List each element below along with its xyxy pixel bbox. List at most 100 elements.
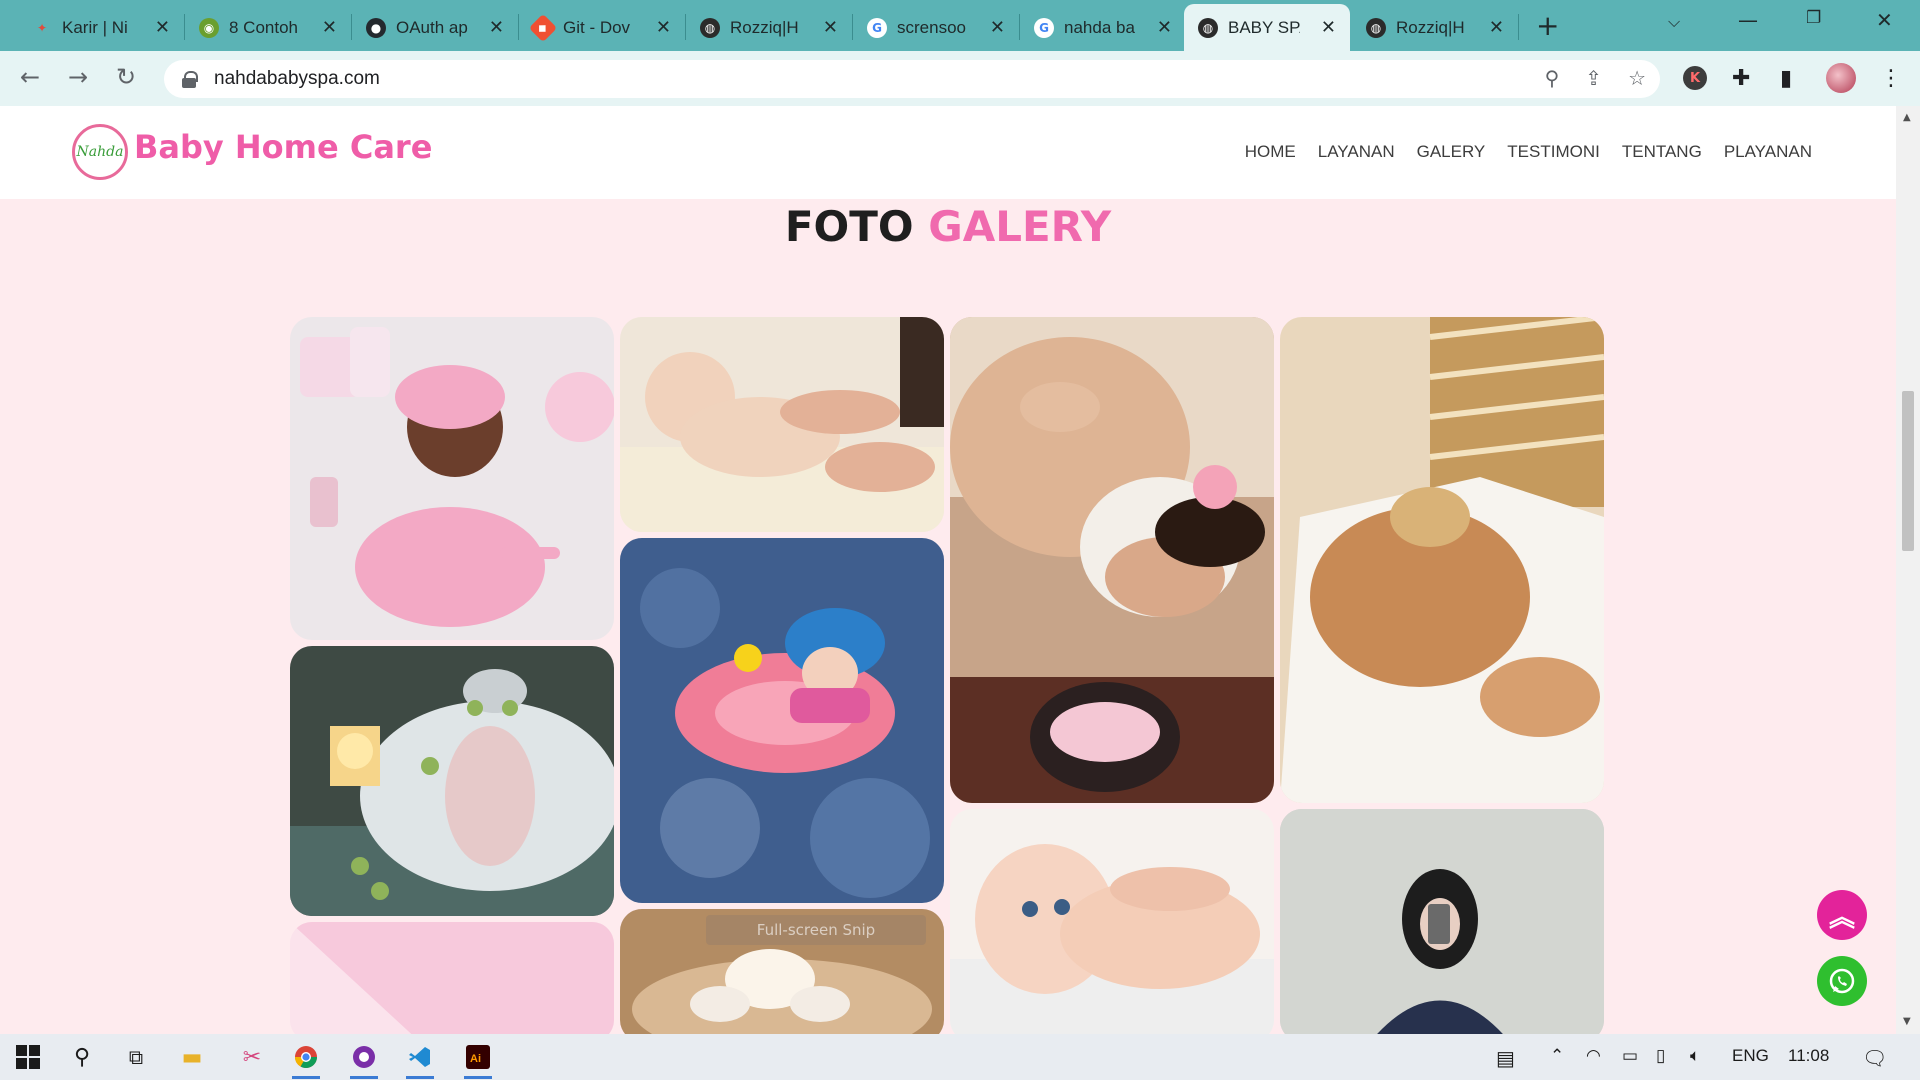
svg-text:Ai: Ai [470, 1053, 481, 1065]
volume-icon[interactable]: 🔈︎ [1690, 1046, 1700, 1066]
nav-galery[interactable]: GALERY [1417, 142, 1486, 162]
bookmark-star-icon[interactable]: ☆ [1628, 66, 1646, 90]
extension-k-icon[interactable]: K [1683, 66, 1707, 90]
file-explorer-icon[interactable]: ▬ [176, 1042, 208, 1072]
browser-tab-9[interactable]: ◍ Rozziq|H ✕ [1352, 4, 1518, 51]
gallery-photo-back-massage[interactable] [1280, 317, 1604, 803]
tab-label: Karir | Ni [62, 17, 128, 37]
browser-tab-1[interactable]: ✦ Karir | Ni ✕ [18, 4, 184, 51]
browser-tab-6[interactable]: G scrensoo ✕ [853, 4, 1019, 51]
meet-camera-icon[interactable]: ▭ [1622, 1046, 1638, 1066]
profile-avatar[interactable] [1826, 63, 1856, 93]
nav-layanan[interactable]: LAYANAN [1318, 142, 1395, 162]
task-view-icon[interactable]: ⧉ [120, 1042, 152, 1072]
notification-center-icon[interactable]: 🗨︎ [1862, 1046, 1887, 1071]
gallery-photo-baby-lying[interactable] [950, 809, 1274, 1034]
gallery-title: FOTO GALERY [0, 202, 1896, 251]
battery-icon[interactable]: ▯ [1656, 1046, 1665, 1066]
close-tab-icon[interactable]: ✕ [1157, 17, 1172, 38]
windows-start-icon[interactable] [12, 1042, 44, 1072]
nav-home[interactable]: HOME [1245, 142, 1296, 162]
browser-tab-2[interactable]: ◉ 8 Contoh ✕ [185, 4, 351, 51]
reload-icon[interactable]: ↻ [116, 63, 136, 91]
tab-label: Rozziq|H [730, 17, 799, 37]
share-icon[interactable]: ⇪ [1585, 66, 1602, 90]
tab-label: 8 Contoh [229, 17, 298, 37]
snip-overlay-label: Full-screen Snip [706, 915, 926, 945]
nav-playanan[interactable]: PLAYANAN [1724, 142, 1812, 162]
language-indicator[interactable]: ENG [1732, 1046, 1769, 1066]
address-bar[interactable]: nahdababyspa.com ⚲ ⇪ ☆ [164, 60, 1660, 98]
gallery-photo-woman-massage[interactable] [950, 317, 1274, 803]
gallery-photo-baby-massage[interactable] [620, 317, 944, 532]
browser-tab-8-active[interactable]: ◍ BABY SPA ✕ [1184, 4, 1350, 51]
browser-toolbar: ← → ↻ nahdababyspa.com ⚲ ⇪ ☆ K ✚ ▮ ⋮ [0, 51, 1920, 106]
github-icon: ● [366, 17, 386, 38]
tab-strip: ✦ Karir | Ni ✕ ◉ 8 Contoh ✕ ● OAuth ap ✕… [0, 0, 1920, 51]
clock-time[interactable]: 11:08 [1788, 1046, 1829, 1066]
back-arrow-icon[interactable]: ← [20, 63, 40, 91]
site-header: Nahda Baby Home Care HOME LAYANAN GALERY… [0, 106, 1896, 199]
gallery-photo-baby-cucumber[interactable] [290, 646, 614, 916]
scroll-to-top-button[interactable]: ︽ [1817, 890, 1867, 940]
globe-icon: ◍ [1198, 17, 1218, 38]
new-tab-button[interactable]: + [1536, 9, 1559, 42]
side-panel-icon[interactable]: ▮ [1780, 66, 1792, 91]
nav-tentang[interactable]: TENTANG [1622, 142, 1702, 162]
tab-label: BABY SPA [1228, 17, 1300, 37]
tab-label: OAuth ap [396, 17, 468, 37]
gallery-photo-baby-towel[interactable] [290, 317, 614, 640]
site-logo[interactable]: Nahda [72, 124, 128, 180]
gallery-photo-baby-pool[interactable] [620, 538, 944, 903]
search-icon[interactable]: ⚲ [66, 1042, 98, 1072]
close-window-icon[interactable]: ✕ [1876, 8, 1893, 32]
page-viewport: Nahda Baby Home Care HOME LAYANAN GALERY… [0, 106, 1896, 1034]
gallery-title-main: FOTO [784, 202, 914, 251]
url-text[interactable]: nahdababyspa.com [214, 68, 380, 90]
whatsapp-icon [1829, 968, 1855, 994]
restore-icon[interactable]: ❐ [1806, 8, 1821, 28]
close-tab-icon[interactable]: ✕ [322, 17, 337, 38]
illustrator-icon[interactable]: Ai [462, 1042, 494, 1079]
scrollbar-thumb[interactable] [1902, 391, 1914, 551]
tab-label: nahda ba [1064, 17, 1135, 37]
wifi-icon[interactable]: ◠ [1586, 1046, 1601, 1066]
github-desktop-icon[interactable] [348, 1042, 380, 1079]
show-hidden-icons-chevron[interactable]: ⌃ [1550, 1046, 1564, 1066]
gallery-photo-mirror-selfie[interactable] [1280, 809, 1604, 1034]
close-tab-icon[interactable]: ✕ [1489, 17, 1504, 38]
chrome-icon[interactable] [290, 1042, 322, 1079]
close-tab-icon[interactable]: ✕ [656, 17, 671, 38]
git-icon: ◆ [528, 13, 558, 42]
vscode-icon[interactable] [404, 1042, 436, 1079]
browser-tab-7[interactable]: G nahda ba ✕ [1020, 4, 1186, 51]
zoom-icon[interactable]: ⚲ [1545, 66, 1560, 90]
tab-search-icon[interactable]: ⌵ [1668, 12, 1680, 32]
close-tab-icon[interactable]: ✕ [155, 17, 170, 38]
menu-kebab-icon[interactable]: ⋮ [1880, 66, 1902, 91]
tab-label: Rozziq|H [1396, 17, 1465, 37]
whatsapp-button[interactable] [1817, 956, 1867, 1006]
browser-tab-4[interactable]: ◆ Git - Dov ✕ [519, 4, 685, 51]
browser-tab-5[interactable]: ◍ Rozziq|H ✕ [686, 4, 852, 51]
globe-icon: ◍ [700, 17, 720, 38]
lock-icon[interactable] [182, 71, 198, 88]
page-scrollbar[interactable]: ▲ ▼ [1896, 106, 1920, 1034]
close-tab-icon[interactable]: ✕ [990, 17, 1005, 38]
extensions-puzzle-icon[interactable]: ✚ [1732, 66, 1750, 91]
nav-testimoni[interactable]: TESTIMONI [1507, 142, 1600, 162]
snip-tool-icon[interactable]: ✂ [236, 1042, 268, 1072]
close-tab-icon[interactable]: ✕ [489, 17, 504, 38]
gallery-photo-pink-partial[interactable] [290, 922, 614, 1034]
forward-arrow-icon[interactable]: → [68, 63, 88, 91]
news-widget-icon[interactable]: ▤ [1496, 1046, 1515, 1071]
minimize-icon[interactable]: — [1738, 8, 1758, 32]
brand-name[interactable]: Baby Home Care [134, 128, 432, 166]
owl-icon: ◉ [199, 17, 219, 38]
close-tab-icon[interactable]: ✕ [823, 17, 838, 38]
close-tab-icon[interactable]: ✕ [1321, 17, 1336, 38]
browser-tab-3[interactable]: ● OAuth ap ✕ [352, 4, 518, 51]
gallery-title-accent: GALERY [928, 202, 1112, 251]
scroll-up-arrow-icon[interactable]: ▲ [1903, 112, 1911, 123]
scroll-down-arrow-icon[interactable]: ▼ [1903, 1016, 1911, 1027]
